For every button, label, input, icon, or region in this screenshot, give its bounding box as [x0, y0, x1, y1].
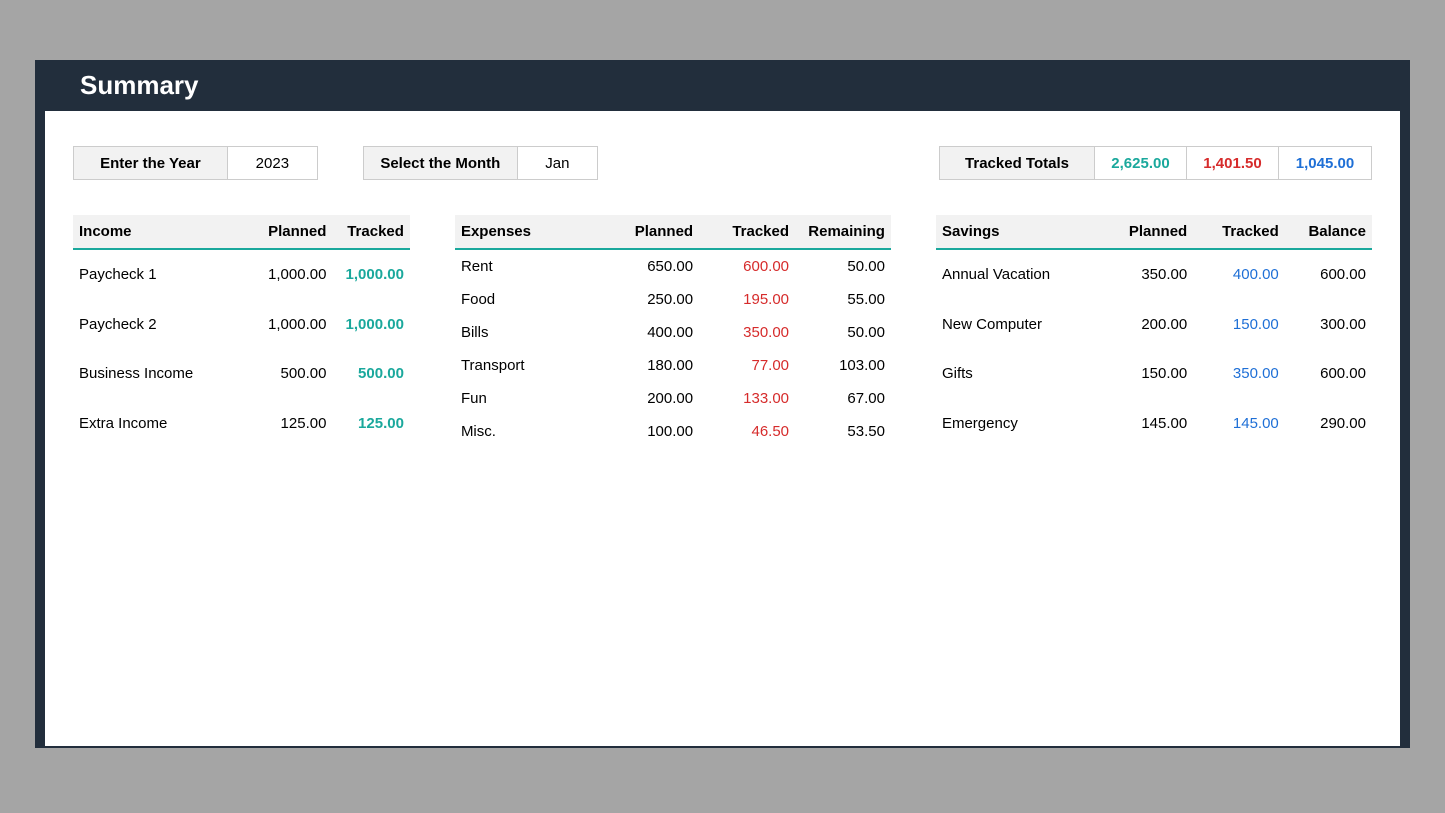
tables-row: Income Planned Tracked Paycheck 11,000.0… — [73, 215, 1372, 448]
month-control: Select the Month Jan — [363, 146, 598, 180]
month-label: Select the Month — [364, 147, 518, 179]
income-header-name: Income — [73, 215, 258, 249]
table-cell[interactable]: 600.00 — [699, 249, 795, 283]
totals-label: Tracked Totals — [940, 147, 1095, 179]
table-cell[interactable]: Business Income — [73, 349, 258, 398]
page-title: Summary — [45, 60, 1400, 111]
table-cell[interactable]: 200.00 — [603, 382, 699, 415]
table-row: Emergency145.00145.00290.00 — [936, 399, 1372, 448]
expenses-header-tracked: Tracked — [699, 215, 795, 249]
table-row: Extra Income125.00125.00 — [73, 399, 410, 448]
table-cell[interactable]: Rent — [455, 249, 603, 283]
income-header-tracked: Tracked — [332, 215, 410, 249]
table-row: Rent650.00600.0050.00 — [455, 249, 891, 283]
table-row: New Computer200.00150.00300.00 — [936, 300, 1372, 349]
table-cell[interactable]: 67.00 — [795, 382, 891, 415]
savings-header-planned: Planned — [1102, 215, 1194, 249]
table-cell[interactable]: 290.00 — [1285, 399, 1372, 448]
table-cell[interactable]: 55.00 — [795, 283, 891, 316]
table-cell[interactable]: Emergency — [936, 399, 1102, 448]
table-row: Annual Vacation350.00400.00600.00 — [936, 249, 1372, 300]
savings-header-name: Savings — [936, 215, 1102, 249]
year-label: Enter the Year — [74, 147, 228, 179]
table-cell[interactable]: 50.00 — [795, 316, 891, 349]
tracked-totals: Tracked Totals 2,625.00 1,401.50 1,045.0… — [939, 146, 1372, 180]
totals-income: 2,625.00 — [1095, 147, 1187, 179]
year-control: Enter the Year 2023 — [73, 146, 318, 180]
table-cell[interactable]: 400.00 — [603, 316, 699, 349]
table-cell[interactable]: Extra Income — [73, 399, 258, 448]
table-cell[interactable]: Fun — [455, 382, 603, 415]
table-cell[interactable]: 350.00 — [699, 316, 795, 349]
table-cell[interactable]: 1,000.00 — [332, 300, 410, 349]
table-cell[interactable]: Annual Vacation — [936, 249, 1102, 300]
table-cell[interactable]: 133.00 — [699, 382, 795, 415]
table-cell[interactable]: 46.50 — [699, 415, 795, 448]
year-input[interactable]: 2023 — [228, 147, 317, 179]
expenses-header-name: Expenses — [455, 215, 603, 249]
table-row: Bills400.00350.0050.00 — [455, 316, 891, 349]
table-cell[interactable]: 145.00 — [1102, 399, 1194, 448]
table-cell[interactable]: Misc. — [455, 415, 603, 448]
table-cell[interactable]: 500.00 — [332, 349, 410, 398]
table-cell[interactable]: 100.00 — [603, 415, 699, 448]
table-cell[interactable]: 400.00 — [1193, 249, 1285, 300]
table-row: Misc.100.0046.5053.50 — [455, 415, 891, 448]
savings-table: Savings Planned Tracked Balance Annual V… — [936, 215, 1372, 448]
table-row: Transport180.0077.00103.00 — [455, 349, 891, 382]
table-row: Paycheck 11,000.001,000.00 — [73, 249, 410, 300]
savings-header-tracked: Tracked — [1193, 215, 1285, 249]
table-cell[interactable]: 150.00 — [1102, 349, 1194, 398]
table-cell[interactable]: 650.00 — [603, 249, 699, 283]
totals-expenses: 1,401.50 — [1187, 147, 1279, 179]
table-cell[interactable]: 180.00 — [603, 349, 699, 382]
table-cell[interactable]: 125.00 — [332, 399, 410, 448]
table-cell[interactable]: 200.00 — [1102, 300, 1194, 349]
table-cell[interactable]: 103.00 — [795, 349, 891, 382]
table-cell[interactable]: 250.00 — [603, 283, 699, 316]
table-cell[interactable]: Transport — [455, 349, 603, 382]
table-cell[interactable]: 350.00 — [1102, 249, 1194, 300]
table-cell[interactable]: 300.00 — [1285, 300, 1372, 349]
table-cell[interactable]: Bills — [455, 316, 603, 349]
table-cell[interactable]: 600.00 — [1285, 249, 1372, 300]
table-cell[interactable]: 150.00 — [1193, 300, 1285, 349]
table-row: Paycheck 21,000.001,000.00 — [73, 300, 410, 349]
table-cell[interactable]: New Computer — [936, 300, 1102, 349]
savings-header-balance: Balance — [1285, 215, 1372, 249]
expenses-header-remaining: Remaining — [795, 215, 891, 249]
table-cell[interactable]: 1,000.00 — [258, 300, 332, 349]
table-cell[interactable]: Gifts — [936, 349, 1102, 398]
table-cell[interactable]: Paycheck 1 — [73, 249, 258, 300]
table-cell[interactable]: 500.00 — [258, 349, 332, 398]
income-table: Income Planned Tracked Paycheck 11,000.0… — [73, 215, 410, 448]
table-row: Food250.00195.0055.00 — [455, 283, 891, 316]
expenses-header-planned: Planned — [603, 215, 699, 249]
table-row: Business Income500.00500.00 — [73, 349, 410, 398]
top-controls-row: Enter the Year 2023 Select the Month Jan… — [73, 146, 1372, 180]
table-cell[interactable]: 53.50 — [795, 415, 891, 448]
table-row: Fun200.00133.0067.00 — [455, 382, 891, 415]
month-select[interactable]: Jan — [518, 147, 597, 179]
table-cell[interactable]: 1,000.00 — [258, 249, 332, 300]
table-cell[interactable]: 50.00 — [795, 249, 891, 283]
table-cell[interactable]: Food — [455, 283, 603, 316]
table-cell[interactable]: Paycheck 2 — [73, 300, 258, 349]
table-cell[interactable]: 77.00 — [699, 349, 795, 382]
table-cell[interactable]: 125.00 — [258, 399, 332, 448]
totals-savings: 1,045.00 — [1279, 147, 1371, 179]
table-cell[interactable]: 1,000.00 — [332, 249, 410, 300]
budget-frame: Summary Enter the Year 2023 Select the M… — [35, 60, 1410, 748]
table-row: Gifts150.00350.00600.00 — [936, 349, 1372, 398]
income-header-planned: Planned — [258, 215, 332, 249]
expenses-table: Expenses Planned Tracked Remaining Rent6… — [455, 215, 891, 448]
table-cell[interactable]: 195.00 — [699, 283, 795, 316]
table-cell[interactable]: 350.00 — [1193, 349, 1285, 398]
table-cell[interactable]: 145.00 — [1193, 399, 1285, 448]
table-cell[interactable]: 600.00 — [1285, 349, 1372, 398]
sheet-body: Enter the Year 2023 Select the Month Jan… — [45, 111, 1400, 746]
